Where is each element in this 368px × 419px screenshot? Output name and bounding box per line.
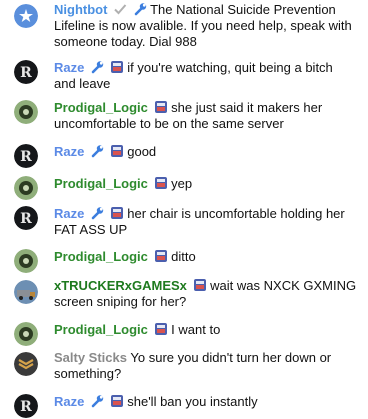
subscriber-badge-icon: [154, 176, 168, 190]
moderator-wrench-icon: [90, 206, 104, 220]
username[interactable]: Raze: [54, 394, 84, 409]
verified-check-icon: [113, 2, 127, 16]
raze-avatar[interactable]: R: [14, 144, 38, 168]
svg-text:R: R: [20, 149, 32, 165]
message-text: good: [127, 144, 157, 159]
moderator-wrench-icon: [90, 394, 104, 408]
prodigal-logic-avatar[interactable]: [14, 176, 38, 200]
prodigal-logic-avatar[interactable]: [14, 322, 38, 346]
subscriber-badge-icon: [154, 100, 168, 114]
salty-sticks-avatar[interactable]: [14, 352, 38, 376]
message-body: Raze her chair is uncomfortable holding …: [54, 206, 358, 238]
message-body: Raze good: [54, 144, 358, 160]
svg-text:R: R: [20, 211, 32, 227]
subscriber-badge-icon: [154, 322, 168, 336]
subscriber-badge-icon: [110, 60, 124, 74]
message-text: yep: [171, 176, 193, 191]
message-text: I want to: [171, 322, 221, 337]
nightbot-avatar[interactable]: [14, 4, 38, 28]
username[interactable]: Raze: [54, 60, 84, 75]
message-body: Salty Sticks Yo sure you didn't turn her…: [54, 350, 358, 382]
chat-log: Nightbot The National Suicide Prevention…: [0, 0, 368, 419]
message-body: Nightbot The National Suicide Prevention…: [54, 2, 358, 50]
message-body: Raze she'll ban you instantly: [54, 394, 358, 410]
svg-text:R: R: [20, 65, 32, 81]
message-body: Raze if you're watching, quit being a bi…: [54, 60, 358, 92]
username[interactable]: Nightbot: [54, 2, 107, 17]
raze-avatar[interactable]: R: [14, 60, 38, 84]
username[interactable]: Salty Sticks: [54, 350, 127, 365]
moderator-wrench-icon: [90, 60, 104, 74]
username[interactable]: Raze: [54, 144, 84, 159]
xtruckerxgamesx-avatar[interactable]: [14, 280, 38, 304]
prodigal-logic-avatar[interactable]: [14, 249, 38, 273]
subscriber-badge-icon: [193, 278, 207, 292]
message-body: Prodigal_Logic she just said it makers h…: [54, 100, 358, 132]
moderator-wrench-icon: [90, 144, 104, 158]
message-text: she'll ban you instantly: [127, 394, 258, 409]
moderator-wrench-icon: [133, 2, 147, 16]
svg-text:R: R: [20, 399, 32, 415]
username[interactable]: Prodigal_Logic: [54, 322, 148, 337]
message-body: Prodigal_Logic I want to: [54, 322, 358, 338]
message-body: Prodigal_Logic ditto: [54, 249, 358, 265]
subscriber-badge-icon: [110, 206, 124, 220]
subscriber-badge-icon: [110, 394, 124, 408]
subscriber-badge-icon: [154, 249, 168, 263]
message-body: xTRUCKERxGAMESx wait was NXCK GXMING scr…: [54, 278, 358, 310]
message-body: Prodigal_Logic yep: [54, 176, 358, 192]
subscriber-badge-icon: [110, 144, 124, 158]
username[interactable]: Raze: [54, 206, 84, 221]
raze-avatar[interactable]: R: [14, 206, 38, 230]
username[interactable]: Prodigal_Logic: [54, 176, 148, 191]
username[interactable]: xTRUCKERxGAMESx: [54, 278, 187, 293]
raze-avatar[interactable]: R: [14, 394, 38, 418]
username[interactable]: Prodigal_Logic: [54, 249, 148, 264]
prodigal-logic-avatar[interactable]: [14, 100, 38, 124]
message-text: ditto: [171, 249, 196, 264]
username[interactable]: Prodigal_Logic: [54, 100, 148, 115]
